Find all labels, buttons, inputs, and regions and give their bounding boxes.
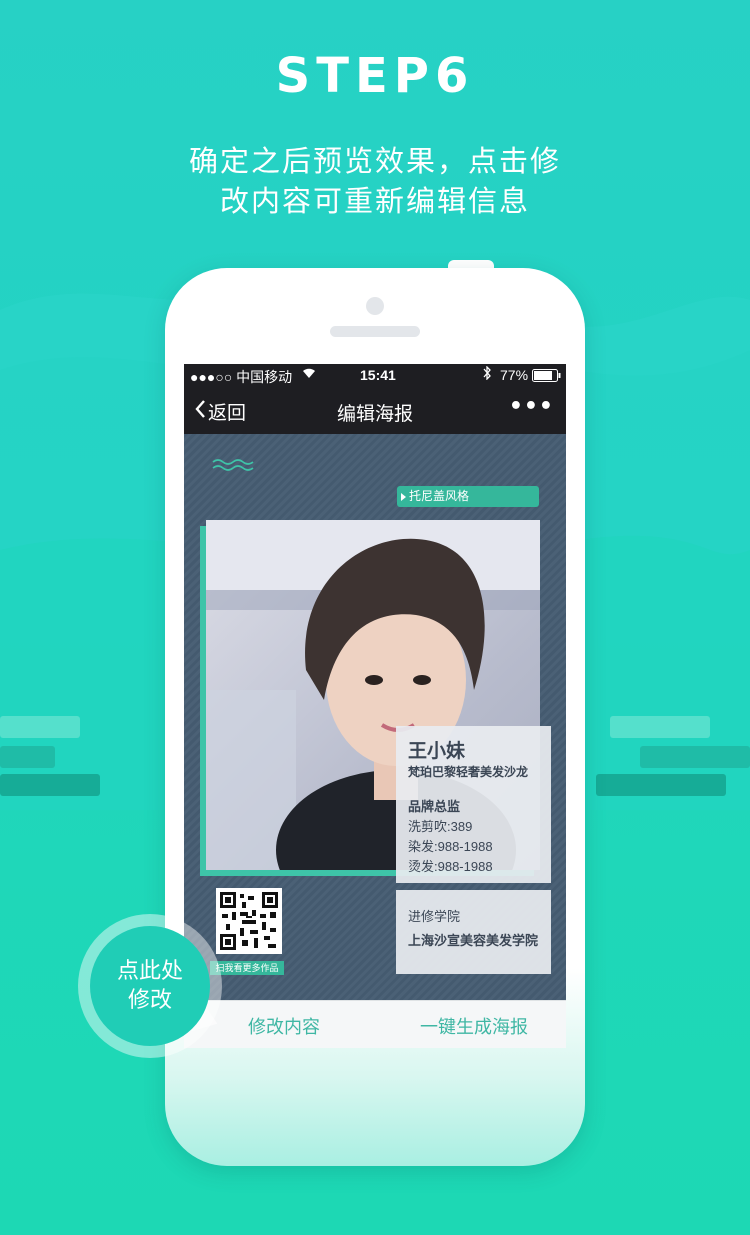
qr-caption: 扫我看更多作品 [210, 961, 284, 975]
stylist-info-card: 王小妹 梵珀巴黎轻奢美发沙龙 品牌总监 洗剪吹:389 染发:988-1988 … [396, 726, 551, 883]
step-title: STEP6 [275, 48, 475, 104]
wifi-icon [302, 366, 316, 382]
battery-icon [532, 369, 562, 385]
bottom-action-bar: 修改内容 一键生成海报 [184, 1000, 566, 1048]
background-band [610, 716, 710, 738]
school-label: 进修学院 [408, 909, 461, 924]
price-item: 染发:988-1988 [408, 839, 493, 854]
school-name: 上海沙宣美容美发学院 [408, 933, 539, 948]
background-band [0, 746, 55, 768]
stylist-role: 品牌总监 [408, 799, 461, 814]
clock: 15:41 [360, 367, 396, 383]
phone-camera [366, 297, 384, 315]
battery-percent: 77% [500, 367, 529, 383]
edit-content-button[interactable]: 修改内容 [224, 1013, 344, 1039]
style-tag: 托尼盖风格 [397, 486, 539, 507]
poster-preview: 托尼盖风格 王小妹 梵珀巴黎轻奢美发沙龙 品牌总监 洗剪吹:389 染发:988… [184, 434, 566, 1000]
carrier-label: ●●●○○ 中国移动 [190, 369, 293, 385]
more-menu-button[interactable]: ••• [509, 394, 554, 419]
school-info-card: 进修学院 上海沙宣美容美发学院 [396, 890, 551, 974]
salon-name: 梵珀巴黎轻奢美发沙龙 [408, 765, 529, 779]
callout-bubble: 点此处 修改 [90, 926, 210, 1046]
callout-line-2: 修改 [127, 987, 172, 1012]
price-item: 洗剪吹:389 [408, 819, 473, 834]
status-bar: ●●●○○ 中国移动 15:41 77% [184, 364, 566, 386]
generate-poster-button[interactable]: 一键生成海报 [404, 1013, 544, 1039]
background-band [640, 746, 750, 768]
wave-decoration-icon [212, 459, 254, 471]
background-band [596, 774, 726, 796]
description-line-1: 确定之后预览效果，点击修 [188, 144, 561, 178]
nav-bar: 返回 编辑海报 ••• [184, 386, 566, 434]
qr-code-icon [216, 888, 282, 954]
callout-line-1: 点此处 [116, 958, 183, 983]
background-band [0, 716, 80, 738]
bluetooth-icon [482, 365, 492, 383]
price-item: 烫发:988-1988 [408, 859, 493, 874]
stylist-name: 王小妹 [408, 741, 466, 762]
background-band [0, 774, 100, 796]
phone-speaker [330, 326, 420, 337]
phone-screen: ●●●○○ 中国移动 15:41 77% 返回 编辑海报 ••• 托尼盖风格 王… [184, 364, 566, 1048]
description-line-2: 改内容可重新编辑信息 [219, 184, 530, 218]
